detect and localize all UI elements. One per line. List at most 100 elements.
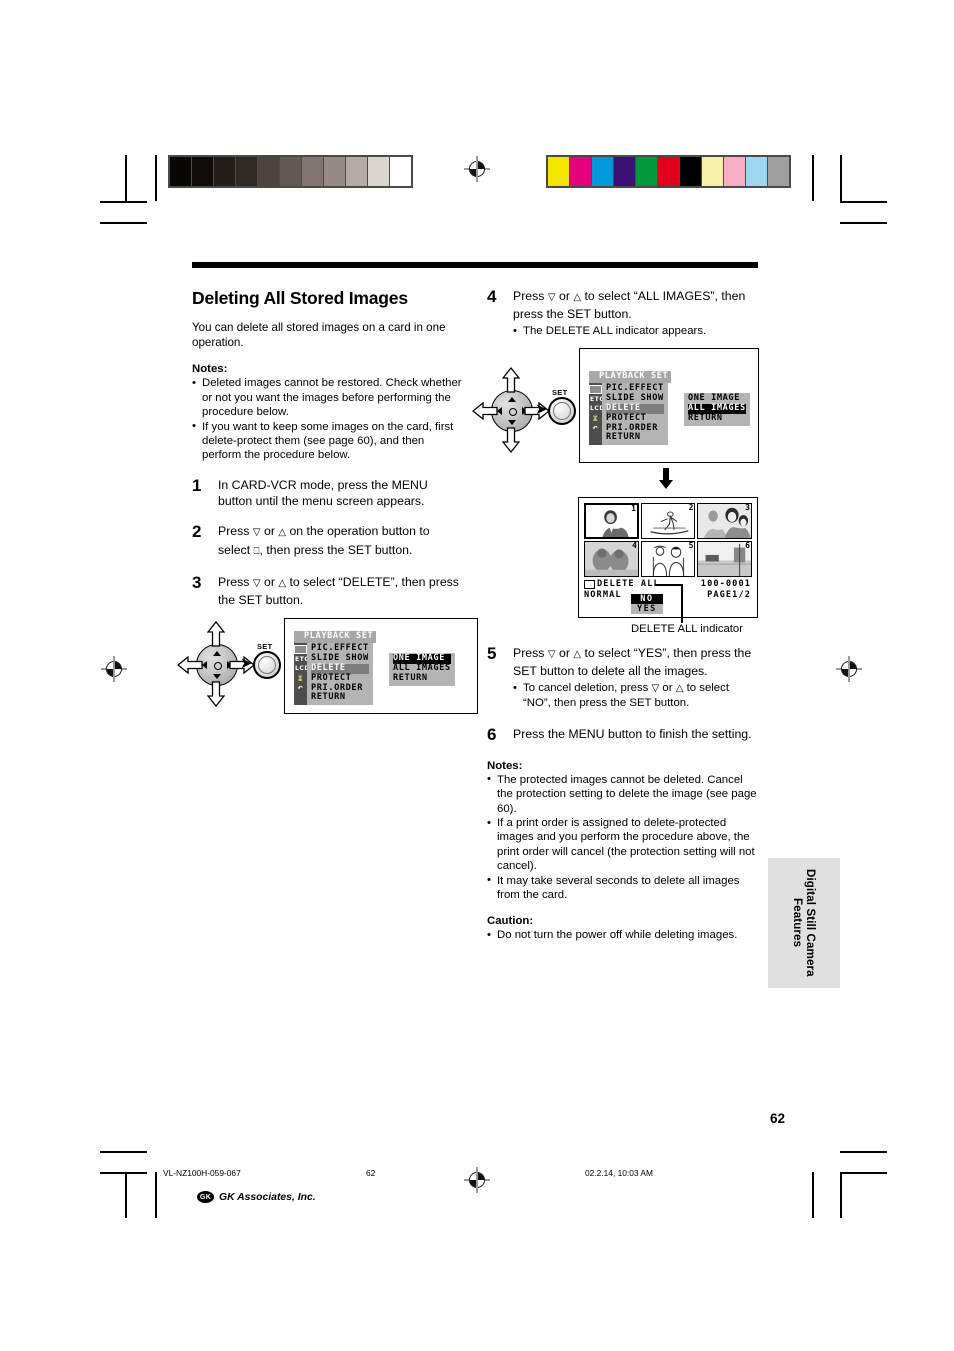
step-substep: The DELETE ALL indicator appears. xyxy=(513,324,759,339)
intro-notes-list: Deleted images cannot be restored. Check… xyxy=(192,376,464,462)
lcd-icon: LCD xyxy=(295,665,311,673)
step-number: 6 xyxy=(487,724,497,744)
submenu-item-return[interactable]: RETURN xyxy=(393,673,451,684)
grayscale-wedge xyxy=(168,155,413,188)
color-patch xyxy=(280,157,302,186)
caption-leader-horizontal xyxy=(655,584,683,586)
thumbnail-6[interactable]: 6 xyxy=(697,540,752,577)
step-2: 2 Press ▽ or △ on the operation button t… xyxy=(192,523,464,560)
page-title: Deleting All Stored Images xyxy=(192,288,408,308)
osd-mode: NORMAL xyxy=(584,590,622,600)
footer-file-id: VL-NZ100H-059-067 xyxy=(163,1168,241,1178)
color-patch xyxy=(702,157,724,186)
thumbnail-3[interactable]: 3 xyxy=(697,503,752,540)
set-button-step4[interactable] xyxy=(548,397,576,425)
set-button-step3[interactable] xyxy=(253,651,281,679)
crop-mark-top-left-h xyxy=(100,201,147,203)
playback-set-menu-step3: PLAYBACK SET ETC LCD ⏳ ↶ PIC.EFFECT SLID… xyxy=(294,631,377,706)
footer-page: 62 xyxy=(366,1168,376,1178)
step-3: 3 Press ▽ or △ to select “DELETE”, then … xyxy=(192,574,464,609)
thumbnail-number: 5 xyxy=(688,540,694,550)
submenu-item-return[interactable]: RETURN xyxy=(688,413,746,424)
caution-list: Do not turn the power off while deleting… xyxy=(487,928,759,943)
down-triangle-icon: ▽ xyxy=(252,578,261,590)
down-triangle-icon xyxy=(508,420,516,425)
registration-mark-right xyxy=(836,656,862,682)
up-triangle-icon: △ xyxy=(573,649,582,660)
up-triangle-icon xyxy=(508,397,516,402)
crop-mark-top-left-h2 xyxy=(100,222,147,224)
thumbnail-5[interactable]: 5 xyxy=(640,540,696,577)
down-triangle-icon xyxy=(213,674,221,679)
right-arrow-icon: ➤ xyxy=(240,654,253,672)
step-text-d: , then press the SET button. xyxy=(259,542,413,557)
color-patch xyxy=(170,157,192,186)
caution-heading: Caution: xyxy=(487,915,534,928)
crop-mark-bottom-right-v xyxy=(812,1172,814,1218)
crop-mark-top-right-v xyxy=(812,155,814,201)
lcd-screen-step3: PLAYBACK SET ETC LCD ⏳ ↶ PIC.EFFECT SLID… xyxy=(284,618,478,714)
delete-submenu-step3: ONE IMAGE ALL IMAGES RETURN xyxy=(389,653,455,686)
up-triangle-icon: △ xyxy=(278,578,287,590)
center-dot-icon xyxy=(214,662,222,670)
right-column-steps: 4 Press ▽ or △ to select “ALL IMAGES”, t… xyxy=(487,288,759,338)
menu-title: PLAYBACK SET xyxy=(294,631,377,643)
color-patch xyxy=(302,157,324,186)
osd-delete-all: DELETE ALL xyxy=(584,579,660,589)
right-column-lower: 5 Press ▽ or △ to select “YES”, then pre… xyxy=(487,645,759,943)
color-patch xyxy=(214,157,236,186)
step-text-a: Press xyxy=(513,646,548,660)
crop-mark-top-right-h xyxy=(840,201,887,203)
registration-mark-left xyxy=(101,656,127,682)
set-button-label-step3: SET xyxy=(257,642,273,651)
confirm-dialog: NO YES xyxy=(631,594,663,614)
step-substep: To cancel deletion, press ▽ or △ to sele… xyxy=(513,681,759,711)
menu-icon-column: ETC LCD ⏳ ↶ xyxy=(294,642,311,706)
set-button-label-step4: SET xyxy=(552,388,568,397)
step-text: In CARD-VCR mode, press the MENU button … xyxy=(218,477,428,509)
substep-text-a: To cancel deletion, press xyxy=(523,681,652,694)
up-triangle-icon xyxy=(213,651,221,656)
side-tab-label: Digital Still Camera Features xyxy=(791,869,817,977)
left-column: Deleting All Stored Images You can delet… xyxy=(192,288,464,609)
step-6: 6 Press the MENU button to finish the se… xyxy=(487,726,759,743)
color-patch xyxy=(746,157,768,186)
caption-leader-vertical xyxy=(681,584,683,623)
step-number: 3 xyxy=(192,573,202,593)
color-patch xyxy=(368,157,390,186)
crop-mark-bottom-left-h xyxy=(100,1172,147,1174)
step-text-a: Press xyxy=(218,575,253,590)
menu-title: PLAYBACK SET xyxy=(589,371,672,383)
step-text: Press ▽ or △ to select “DELETE”, then pr… xyxy=(218,574,464,609)
step-text-a: Press xyxy=(218,524,253,539)
osd-file-number: 100-0001 xyxy=(700,579,751,589)
gk-associates-logo: GK GK Associates, Inc. xyxy=(197,1191,316,1203)
etc-icon: ETC xyxy=(295,655,310,663)
step-text-b: or xyxy=(260,575,279,590)
thumbnail-1[interactable]: 1 xyxy=(584,503,639,540)
thumbnail-number: 3 xyxy=(745,503,750,512)
down-triangle-icon: ▽ xyxy=(252,527,261,539)
menu-item-return[interactable]: RETURN xyxy=(311,693,369,703)
side-tab: Digital Still Camera Features xyxy=(768,858,840,988)
dialog-option-yes[interactable]: YES xyxy=(631,604,663,614)
heading-rule xyxy=(192,262,758,268)
crop-mark-top-right-v2 xyxy=(840,155,842,201)
step-text: Press ▽ or △ to select “ALL IMAGES”, the… xyxy=(513,288,759,338)
card-icon xyxy=(294,644,307,654)
crop-mark-top-right-h2 xyxy=(840,222,887,224)
return-icon: ↶ xyxy=(592,425,599,433)
menu-item-return[interactable]: RETURN xyxy=(606,433,664,443)
color-patch xyxy=(592,157,614,186)
crop-mark-bottom-left-h2 xyxy=(100,1151,147,1153)
dialog-option-no[interactable]: NO xyxy=(631,594,663,604)
note-item: Deleted images cannot be restored. Check… xyxy=(192,376,464,419)
down-arrow-outline-icon xyxy=(207,681,225,707)
osd-page-number: PAGE1/2 xyxy=(707,590,751,600)
thumbnail-2[interactable]: 2 xyxy=(640,503,696,540)
crop-mark-bottom-left-v xyxy=(125,1172,127,1218)
color-patch xyxy=(236,157,258,186)
etc-icon: ETC xyxy=(590,395,605,403)
final-notes-list: The protected images cannot be deleted. … xyxy=(487,772,759,903)
thumbnail-4[interactable]: 4 xyxy=(584,540,639,577)
